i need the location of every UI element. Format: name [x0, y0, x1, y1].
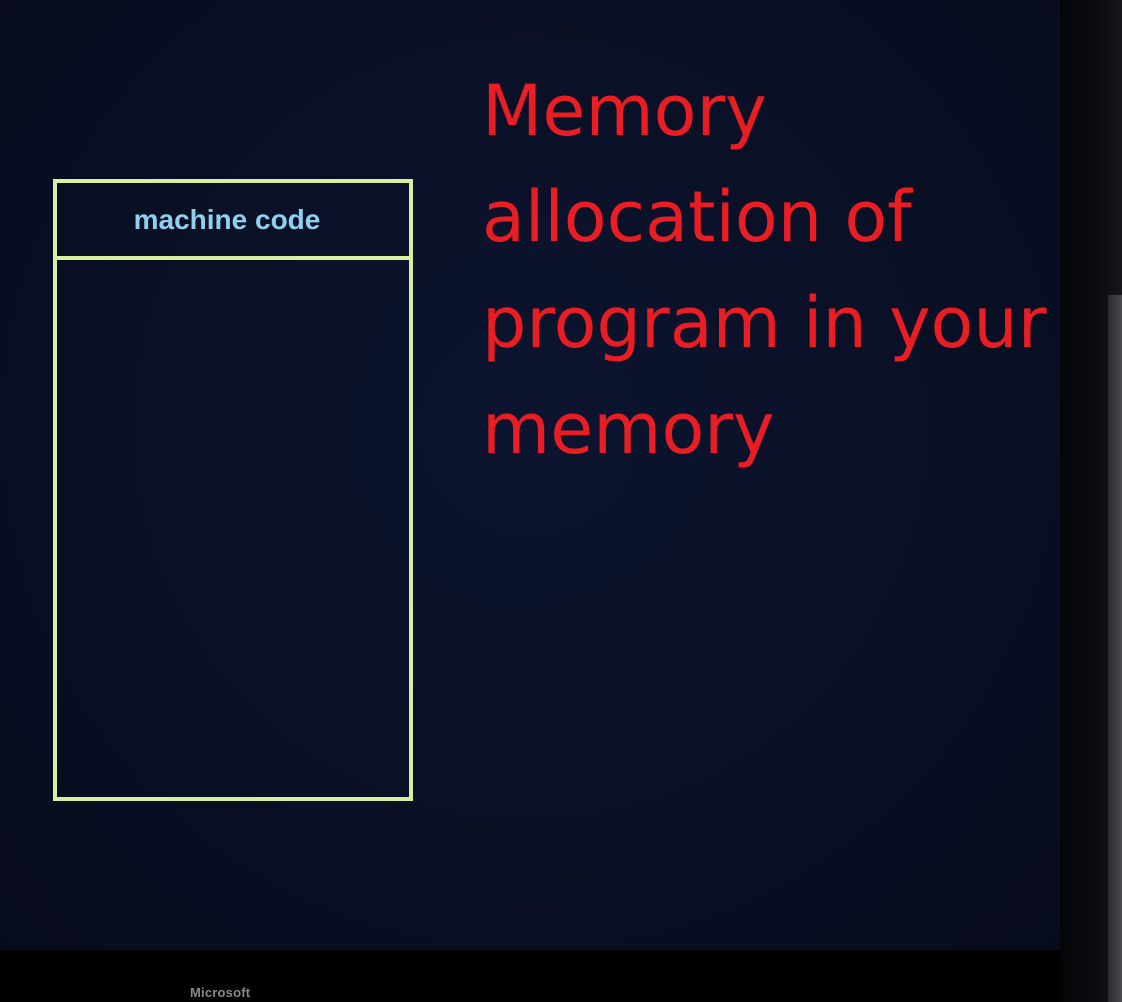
monitor-edge-highlight: [1108, 295, 1122, 1002]
monitor-brand-logo: Microsoft: [190, 985, 251, 1000]
memory-block-outline: [53, 179, 413, 801]
slide-caption: Memory allocation of program in your mem…: [482, 70, 1047, 470]
monitor-frame: machine code Memory allocation of progra…: [0, 0, 1122, 1002]
monitor-bezel-bottom: [0, 950, 1060, 1002]
segment-machine-code-label: machine code: [134, 204, 321, 235]
